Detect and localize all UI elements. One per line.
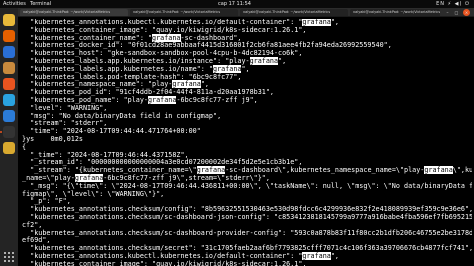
terminal-text: cf2", bbox=[22, 220, 43, 229]
terminal-tab[interactable]: valyaki@valyaki-ThinkPad: ~/work/Victori… bbox=[20, 9, 128, 16]
terminal-text: "time": "2024-08-17T09:44:44.471764+00:0… bbox=[22, 127, 201, 136]
terminal-titlebar: valyaki@valyaki-ThinkPad: ~/work/Victori… bbox=[18, 8, 474, 17]
terminal-text: "kubernetes_container_image": "quay.io/k… bbox=[22, 259, 307, 266]
search-highlight: grafana bbox=[249, 56, 279, 65]
system-tray[interactable]: EN ⚡ ◀) ⏻ bbox=[436, 0, 470, 8]
terminal-output[interactable]: "kubernetes_annotations.kubectl.kubernet… bbox=[22, 19, 472, 266]
show-applications-icon[interactable] bbox=[4, 252, 14, 262]
terminal-text: "_stream": "{kubernetes_container_name=\… bbox=[22, 166, 197, 175]
terminal-text: { bbox=[22, 142, 27, 151]
terminal-text: -sc-dashboard\",kubernetes_namespace_nam… bbox=[225, 166, 425, 175]
terminal-text: "kubernetes_pod_id": "91cf4ddb-2f04-44f4… bbox=[22, 88, 274, 97]
terminal-line: "kubernetes_annotations.checksum/sc-dash… bbox=[22, 228, 472, 238]
terminal-text: -6bc9c8fc77-zff j9", bbox=[176, 95, 258, 104]
terminal-text: ", bbox=[200, 80, 209, 89]
terminal-text: "_msg": "{\"time\": \"2024-08-17T09:46:4… bbox=[22, 181, 472, 190]
search-highlight: grafana bbox=[213, 64, 242, 73]
terminal-text: _name=\"play- bbox=[22, 173, 75, 182]
terminal-text: -sc-dashboard", bbox=[180, 33, 242, 42]
search-highlight: grafana bbox=[424, 166, 453, 175]
terminal-line: figmap\", \"level\": \"WARNING\"}", bbox=[22, 189, 472, 199]
files-icon[interactable] bbox=[3, 62, 15, 74]
minimize-icon[interactable]: – bbox=[444, 9, 451, 16]
terminal-text: "msg": "No data/binaryData field in conf… bbox=[22, 111, 222, 120]
terminal-tab[interactable]: valyaki@valyaki-ThinkPad: ~/work/Victori… bbox=[130, 9, 238, 16]
terminal-line: "time": "2024-08-17T09:44:44.471764+00:0… bbox=[22, 127, 472, 136]
terminal-text: "_time": "2024-08-17T09:46:44.437158Z", bbox=[22, 150, 189, 159]
terminal-tab[interactable]: valyaki@valyaki-ThinkPad: ~/work/Victori… bbox=[350, 9, 440, 16]
terminal-text: ef69d", bbox=[22, 236, 51, 245]
search-highlight: grafana bbox=[74, 173, 104, 182]
search-highlight: grafana bbox=[152, 33, 181, 42]
terminal-text: "_p": "F", bbox=[22, 197, 71, 206]
terminal-text: "stream": "stderr", bbox=[22, 119, 108, 128]
terminal-text: "level": "WARNING", bbox=[22, 103, 108, 112]
terminal-text: figmap\", \"level\": \"WARNING\"}", bbox=[22, 189, 165, 198]
terminal-text: "kubernetes_namespace_name": "play- bbox=[22, 80, 173, 89]
terminal-tab[interactable]: valyaki@valyaki-ThinkPad: ~/work/Victori… bbox=[240, 9, 348, 16]
terminal-text: ", bbox=[278, 56, 287, 65]
chrome-icon[interactable] bbox=[3, 14, 15, 26]
terminal-line: "kubernetes_container_image": "quay.io/k… bbox=[22, 259, 472, 266]
terminal-text: "kubernetes_labels.pod-template-hash": "… bbox=[22, 72, 242, 81]
terminal-text: ", bbox=[241, 64, 250, 73]
terminal-text: ", bbox=[330, 251, 339, 260]
terminal-window[interactable]: valyaki@valyaki-ThinkPad: ~/work/Victori… bbox=[18, 8, 474, 266]
terminal-text: "kubernetes_labels.app.kubernetes.io/ins… bbox=[22, 56, 250, 65]
terminal-text: "kubernetes_annotations.checksum/secret"… bbox=[22, 244, 472, 253]
terminal-text: "kubernetes_pod_name": "play- bbox=[22, 95, 148, 104]
clock[interactable]: сар 17 11:54 bbox=[218, 0, 251, 8]
terminal-text: -6bc9c8fc77-zff j9\",stream=\"stderr\"}"… bbox=[103, 173, 270, 182]
chrome-2-icon[interactable] bbox=[3, 142, 15, 154]
dock bbox=[0, 8, 18, 266]
terminal-line: "kubernetes_annotations.checksum/sc-dash… bbox=[22, 212, 472, 222]
software-icon[interactable] bbox=[3, 78, 15, 90]
thunderbird-icon[interactable] bbox=[3, 46, 15, 58]
terminal-text: "kubernetes_annotations.kubectl.kubernet… bbox=[22, 251, 303, 260]
firefox-icon[interactable] bbox=[3, 30, 15, 42]
terminal-text: "kubernetes_container_image": "quay.io/k… bbox=[22, 25, 307, 34]
search-highlight: grafana bbox=[196, 166, 226, 175]
close-icon[interactable]: × bbox=[463, 9, 470, 16]
terminal-text: \",kubernetes_pod bbox=[452, 166, 472, 175]
search-highlight: grafana bbox=[147, 95, 177, 104]
telegram-icon[interactable] bbox=[3, 94, 15, 106]
terminal-line: }ys 0m0,012s bbox=[22, 134, 472, 144]
terminal-text: "kubernetes_labels.app.kubernetes.io/nam… bbox=[22, 64, 214, 73]
maximize-icon[interactable]: □ bbox=[453, 9, 460, 16]
terminal-text: "kubernetes_host": "gke-sandbox-sandbox-… bbox=[22, 49, 303, 58]
search-highlight: grafana bbox=[302, 251, 331, 260]
terminal-text: ", bbox=[330, 19, 339, 26]
terminal-text: "kubernetes_annotations.checksum/sc-dash… bbox=[22, 228, 472, 237]
vscode-icon[interactable] bbox=[3, 110, 15, 122]
terminal-text: "kubernetes_annotations.checksum/config"… bbox=[22, 205, 472, 214]
system-top-bar: Activities Terminal сар 17 11:54 EN ⚡ ◀)… bbox=[0, 0, 474, 8]
terminal-icon[interactable] bbox=[0, 126, 15, 138]
terminal-text: "kubernetes_container_name": " bbox=[22, 33, 153, 42]
activities-button[interactable]: Activities bbox=[3, 0, 26, 8]
search-highlight: grafana bbox=[172, 80, 201, 89]
terminal-text: "kubernetes_docker_id": "0f01cd28ae9abba… bbox=[22, 41, 392, 50]
terminal-text: "kubernetes_annotations.checksum/sc-dash… bbox=[22, 212, 472, 221]
search-highlight: grafana bbox=[302, 19, 331, 26]
terminal-text: }ys 0m0,012s bbox=[22, 134, 83, 143]
active-app-menu[interactable]: Terminal bbox=[30, 0, 51, 8]
terminal-text: "_stream_id": "000000000000000004a3e0cd0… bbox=[22, 158, 303, 167]
